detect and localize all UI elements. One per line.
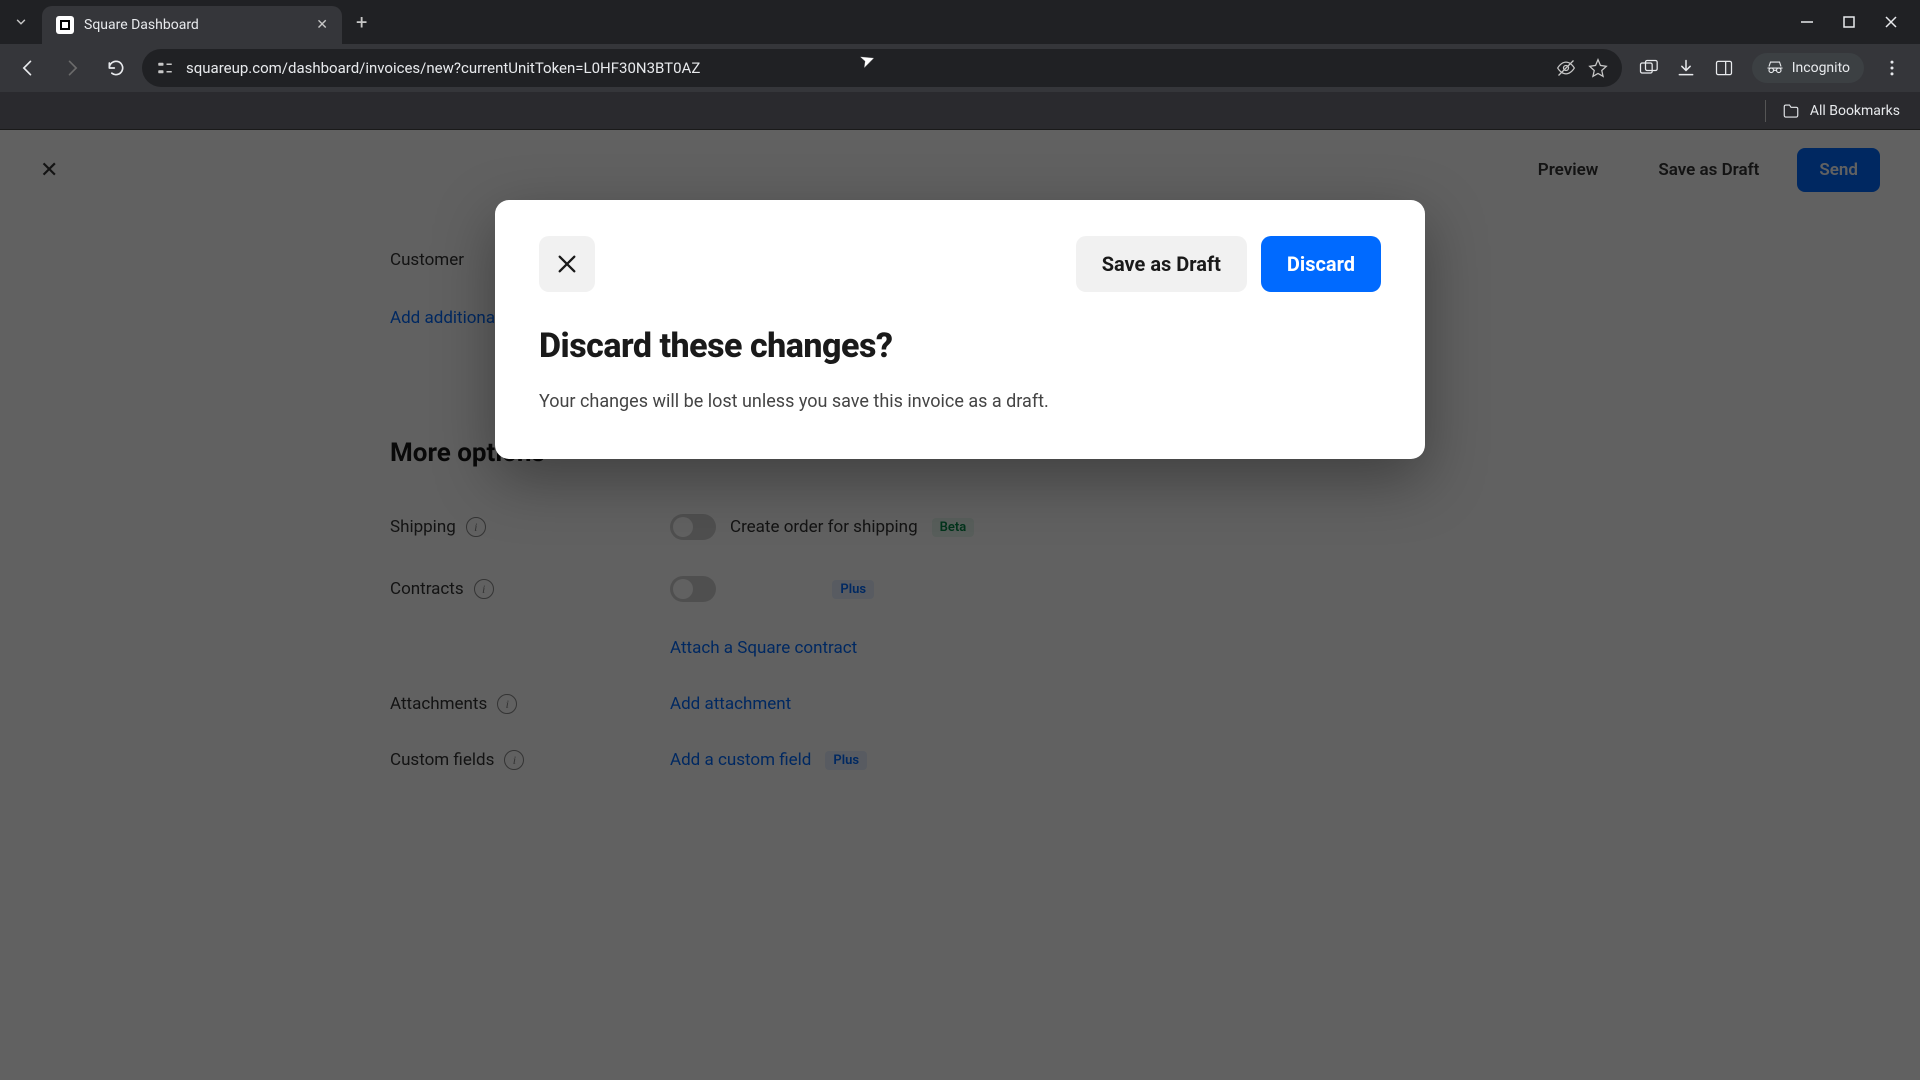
- all-bookmarks-link[interactable]: All Bookmarks: [1810, 103, 1900, 119]
- star-icon[interactable]: [1588, 58, 1608, 78]
- tab-search-dropdown[interactable]: [0, 0, 42, 44]
- modal-body-text: Your changes will be lost unless you sav…: [539, 388, 1381, 415]
- sidepanel-icon[interactable]: [1714, 58, 1734, 78]
- browser-tab[interactable]: Square Dashboard ✕: [42, 6, 342, 44]
- new-tab-button[interactable]: +: [356, 10, 367, 34]
- maximize-icon[interactable]: [1842, 15, 1856, 29]
- toolbar-right: Incognito: [1630, 53, 1910, 83]
- kebab-menu-icon[interactable]: [1882, 58, 1902, 78]
- back-button[interactable]: [10, 50, 46, 86]
- browser-titlebar: Square Dashboard ✕ +: [0, 0, 1920, 44]
- folder-icon: [1782, 102, 1800, 120]
- modal-title: Discard these changes?: [539, 326, 1381, 366]
- site-settings-icon[interactable]: [156, 59, 174, 77]
- incognito-icon: [1766, 59, 1784, 77]
- square-favicon: [56, 16, 74, 34]
- modal-discard-button[interactable]: Discard: [1261, 236, 1381, 292]
- modal-close-button[interactable]: [539, 236, 595, 292]
- window-controls: [1800, 15, 1920, 29]
- tab-title: Square Dashboard: [84, 17, 306, 33]
- browser-toolbar: squareup.com/dashboard/invoices/new?curr…: [0, 44, 1920, 92]
- close-icon: [556, 253, 578, 275]
- page-viewport: ✕ Preview Save as Draft Send Customer Ad…: [0, 130, 1920, 1080]
- minimize-icon[interactable]: [1800, 15, 1814, 29]
- bookmarks-bar: All Bookmarks: [0, 92, 1920, 130]
- url-text: squareup.com/dashboard/invoices/new?curr…: [186, 59, 1544, 77]
- incognito-chip[interactable]: Incognito: [1752, 53, 1864, 83]
- window-close-icon[interactable]: [1884, 15, 1898, 29]
- arrow-right-icon: [62, 58, 82, 78]
- incognito-label: Incognito: [1792, 60, 1850, 76]
- eye-off-icon[interactable]: [1556, 58, 1576, 78]
- chevron-down-icon: [14, 15, 28, 29]
- media-icon[interactable]: [1638, 58, 1658, 78]
- download-icon[interactable]: [1676, 58, 1696, 78]
- discard-modal: Save as Draft Discard Discard these chan…: [495, 200, 1425, 459]
- reload-button[interactable]: [98, 50, 134, 86]
- arrow-left-icon: [18, 58, 38, 78]
- modal-save-as-draft-button[interactable]: Save as Draft: [1076, 236, 1247, 292]
- forward-button[interactable]: [54, 50, 90, 86]
- tab-close-icon[interactable]: ✕: [316, 17, 328, 33]
- divider: [1765, 100, 1766, 122]
- reload-icon: [106, 58, 126, 78]
- address-bar[interactable]: squareup.com/dashboard/invoices/new?curr…: [142, 49, 1622, 87]
